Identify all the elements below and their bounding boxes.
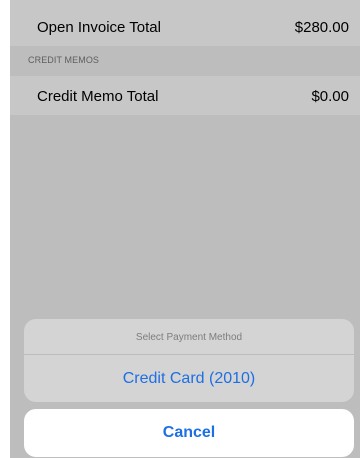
open-invoice-total-value: $280.00 xyxy=(294,19,349,36)
action-sheet-title: Select Payment Method xyxy=(24,319,354,355)
open-invoice-total-row: Open Invoice Total $280.00 xyxy=(10,0,360,46)
credit-memos-section-header: CREDIT MEMOS xyxy=(28,55,100,65)
cancel-button[interactable]: Cancel xyxy=(24,409,354,457)
credit-card-option-button[interactable]: Credit Card (2010) xyxy=(24,355,354,402)
dimmed-background: Open Invoice Total $280.00 CREDIT MEMOS … xyxy=(10,0,360,458)
payment-method-action-sheet: Select Payment Method Credit Card (2010) xyxy=(24,319,354,402)
credit-memo-total-row: Credit Memo Total $0.00 xyxy=(10,76,360,115)
open-invoice-total-label: Open Invoice Total xyxy=(37,19,161,36)
credit-memo-total-value: $0.00 xyxy=(311,88,349,105)
credit-memo-total-label: Credit Memo Total xyxy=(37,88,159,105)
